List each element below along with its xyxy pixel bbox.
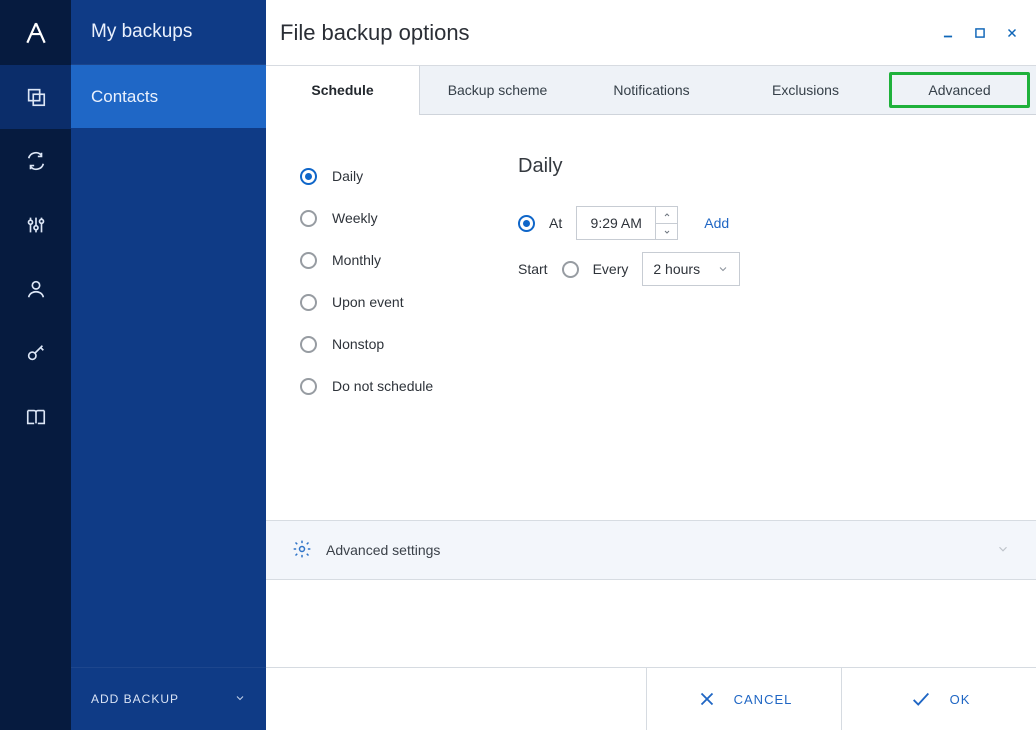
window-controls <box>938 23 1022 43</box>
schedule-detail: Daily At 9:29 AM Add Start <box>500 155 1008 407</box>
radio-monthly[interactable]: Monthly <box>300 239 500 281</box>
tab-backup-scheme[interactable]: Backup scheme <box>420 66 574 114</box>
every-select[interactable]: 2 hours <box>642 252 740 286</box>
backup-item-label: Contacts <box>91 87 158 107</box>
chevron-down-icon <box>717 263 729 275</box>
minimize-button[interactable] <box>938 23 958 43</box>
at-label: At <box>549 215 562 231</box>
ok-button[interactable]: OK <box>841 668 1036 730</box>
chevron-down-icon <box>234 692 246 707</box>
radio-upon-event[interactable]: Upon event <box>300 281 500 323</box>
backups-list: Contacts <box>71 65 266 667</box>
tab-body: Daily Weekly Monthly Upon event Nonstop … <box>266 115 1036 667</box>
chevron-down-icon <box>996 542 1010 559</box>
close-button[interactable] <box>1002 23 1022 43</box>
cancel-button[interactable]: CANCEL <box>646 668 841 730</box>
backups-panel: My backups Contacts ADD BACKUP <box>71 0 266 730</box>
radio-dot-icon <box>300 378 317 395</box>
gear-icon <box>292 539 312 562</box>
radio-dot-icon <box>300 168 317 185</box>
brand-logo <box>0 0 71 65</box>
nav-docs-icon[interactable] <box>0 385 71 449</box>
add-backup-button[interactable]: ADD BACKUP <box>71 667 266 730</box>
radio-weekly[interactable]: Weekly <box>300 197 500 239</box>
advanced-settings-toggle[interactable]: Advanced settings <box>266 520 1036 580</box>
radio-dot-icon <box>300 336 317 353</box>
radio-dot-icon <box>300 252 317 269</box>
maximize-button[interactable] <box>970 23 990 43</box>
radio-at[interactable] <box>518 215 535 232</box>
backup-item-contacts[interactable]: Contacts <box>71 65 266 128</box>
tab-notifications[interactable]: Notifications <box>574 66 728 114</box>
schedule-detail-title: Daily <box>518 155 1008 178</box>
nav-account-icon[interactable] <box>0 257 71 321</box>
radio-dot-icon <box>300 294 317 311</box>
tab-advanced[interactable]: Advanced <box>882 66 1036 114</box>
main-panel: File backup options Schedule Backup sche… <box>266 0 1036 730</box>
add-backup-label: ADD BACKUP <box>91 692 179 706</box>
radio-daily[interactable]: Daily <box>300 155 500 197</box>
radio-do-not-schedule[interactable]: Do not schedule <box>300 365 500 407</box>
add-time-link[interactable]: Add <box>704 215 729 231</box>
titlebar: File backup options <box>266 0 1036 65</box>
advanced-settings-label: Advanced settings <box>326 542 440 558</box>
time-spinner <box>655 207 677 239</box>
nav-rail <box>0 0 71 730</box>
time-input[interactable]: 9:29 AM <box>576 206 678 240</box>
footer-spacer <box>266 668 646 730</box>
tab-exclusions[interactable]: Exclusions <box>728 66 882 114</box>
schedule-type-group: Daily Weekly Monthly Upon event Nonstop … <box>300 155 500 407</box>
time-value: 9:29 AM <box>577 215 655 231</box>
every-label: Every <box>593 261 629 277</box>
ok-label: OK <box>950 692 971 707</box>
tabs: Schedule Backup scheme Notifications Exc… <box>266 65 1036 115</box>
cancel-label: CANCEL <box>734 692 793 707</box>
backups-heading: My backups <box>71 0 266 65</box>
page-title: File backup options <box>280 20 470 46</box>
spinner-up-icon[interactable] <box>656 207 677 223</box>
nav-tweaks-icon[interactable] <box>0 193 71 257</box>
spinner-down-icon[interactable] <box>656 223 677 239</box>
start-label: Start <box>518 261 548 277</box>
radio-every[interactable] <box>562 261 579 278</box>
nav-key-icon[interactable] <box>0 321 71 385</box>
nav-backup-icon[interactable] <box>0 65 71 129</box>
every-value: 2 hours <box>653 261 700 277</box>
radio-dot-icon <box>300 210 317 227</box>
footer: CANCEL OK <box>266 667 1036 730</box>
nav-sync-icon[interactable] <box>0 129 71 193</box>
radio-nonstop[interactable]: Nonstop <box>300 323 500 365</box>
tab-schedule[interactable]: Schedule <box>266 66 420 114</box>
